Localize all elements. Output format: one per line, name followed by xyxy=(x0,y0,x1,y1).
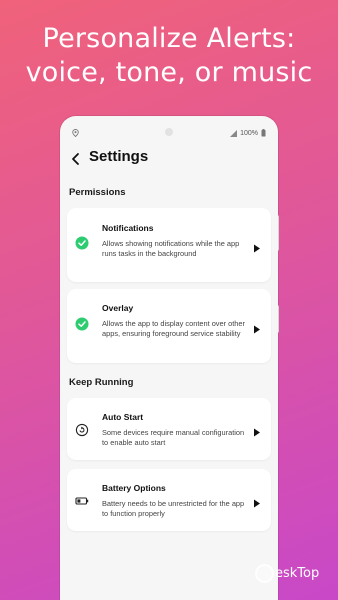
status-bar: 100% xyxy=(60,116,278,138)
card-description: Battery needs to be unrestricted for the… xyxy=(102,499,245,519)
auto-start-icon xyxy=(75,423,89,437)
page-title: Settings xyxy=(89,148,149,165)
battery-icon xyxy=(75,494,89,508)
check-circle-icon xyxy=(75,236,89,250)
settings-card-overlay[interactable]: Overlay Allows the app to display conten… xyxy=(67,289,271,363)
location-icon xyxy=(72,129,79,139)
phone-screen: 100% Settings Permissions Notifications … xyxy=(60,116,278,600)
card-title: Auto Start xyxy=(102,412,144,422)
card-description: Allows showing notifications while the a… xyxy=(102,239,240,259)
back-arrow-icon[interactable] xyxy=(69,150,83,168)
battery-percentage: 100% xyxy=(240,129,258,137)
watermark-logo-icon xyxy=(255,563,274,583)
headline-line-1: Personalize Alerts: xyxy=(42,23,296,54)
play-arrow-icon xyxy=(253,321,261,334)
card-title: Overlay xyxy=(102,303,134,313)
card-description: Allows the app to display content over o… xyxy=(102,319,245,339)
battery-status-icon xyxy=(261,129,266,137)
play-arrow-icon xyxy=(253,424,261,437)
settings-card-notifications[interactable]: Notifications Allows showing notificatio… xyxy=(67,208,271,282)
card-title: Battery Options xyxy=(102,483,166,493)
play-arrow-icon xyxy=(253,240,261,253)
card-description: Some devices require manual configuratio… xyxy=(102,428,245,448)
promo-headline: Personalize Alerts: voice, tone, or musi… xyxy=(0,22,338,90)
play-arrow-icon xyxy=(253,495,261,508)
camera-cutout xyxy=(165,128,173,136)
watermark: eskTop xyxy=(255,563,319,583)
card-title: Notifications xyxy=(102,223,154,233)
watermark-text: eskTop xyxy=(275,565,320,581)
settings-card-auto-start[interactable]: Auto Start Some devices require manual c… xyxy=(67,398,271,460)
status-right: 100% xyxy=(230,129,266,137)
check-circle-icon xyxy=(75,317,89,331)
section-title-permissions: Permissions xyxy=(69,187,126,198)
headline-line-2: voice, tone, or music xyxy=(25,57,313,88)
app-bar: Settings xyxy=(60,148,278,172)
section-title-keep-running: Keep Running xyxy=(69,377,134,388)
signal-icon xyxy=(230,129,238,137)
settings-card-battery-options[interactable]: Battery Options Battery needs to be unre… xyxy=(67,469,271,531)
